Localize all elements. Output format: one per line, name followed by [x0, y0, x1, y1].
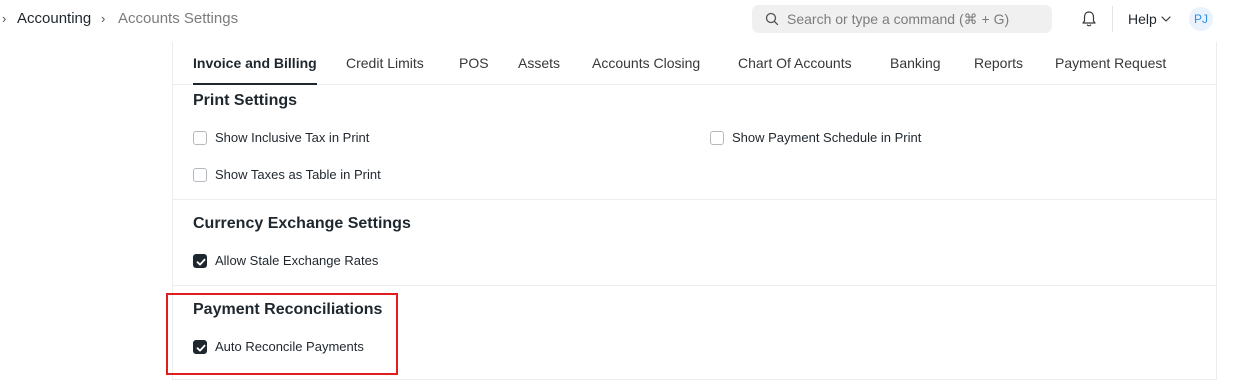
tab-bar: Invoice and Billing Credit Limits POS As… [172, 42, 1217, 85]
section-title-currency-exchange: Currency Exchange Settings [193, 215, 411, 232]
checkbox[interactable] [193, 168, 207, 182]
tab-chart-of-accounts[interactable]: Chart Of Accounts [738, 55, 852, 71]
checkbox[interactable] [710, 131, 724, 145]
avatar[interactable]: PJ [1189, 7, 1213, 31]
notification-bell-icon[interactable] [1081, 10, 1097, 28]
checkbox-label: Show Payment Schedule in Print [732, 130, 922, 145]
checkbox[interactable] [193, 131, 207, 145]
section-divider [173, 285, 1216, 286]
tab-assets[interactable]: Assets [518, 55, 560, 71]
navbar-divider [1112, 6, 1113, 32]
search-icon [765, 12, 779, 26]
tab-reports[interactable]: Reports [974, 55, 1023, 71]
checkbox-label: Show Taxes as Table in Print [215, 167, 381, 182]
tab-payment-request[interactable]: Payment Request [1055, 55, 1166, 71]
checkbox-label: Allow Stale Exchange Rates [215, 253, 379, 268]
tab-credit-limits[interactable]: Credit Limits [346, 55, 424, 71]
section-title-print-settings: Print Settings [193, 92, 298, 109]
tab-accounts-closing[interactable]: Accounts Closing [592, 55, 700, 71]
highlight-box [166, 293, 398, 375]
chevron-down-icon[interactable] [1160, 15, 1172, 23]
tab-invoice-and-billing[interactable]: Invoice and Billing [193, 55, 317, 71]
section-divider [173, 199, 1216, 200]
tab-banking[interactable]: Banking [890, 55, 941, 71]
active-tab-indicator [193, 83, 317, 85]
help-menu-button[interactable]: Help [1128, 11, 1157, 27]
top-navbar: › Accounting › Accounts Settings Search … [0, 0, 1239, 38]
checkbox-label: Show Inclusive Tax in Print [215, 130, 370, 145]
breadcrumb-separator: › [2, 11, 7, 26]
tab-pos[interactable]: POS [459, 55, 489, 71]
search-bar[interactable]: Search or type a command (⌘ + G) [752, 5, 1052, 33]
breadcrumb-accounts-settings[interactable]: Accounts Settings [118, 10, 238, 27]
checkmark-icon [196, 258, 206, 266]
search-input[interactable]: Search or type a command (⌘ + G) [787, 11, 1009, 28]
checkbox[interactable] [193, 254, 207, 268]
breadcrumb-accounting[interactable]: Accounting [17, 10, 91, 27]
breadcrumb-separator: › [101, 11, 106, 26]
